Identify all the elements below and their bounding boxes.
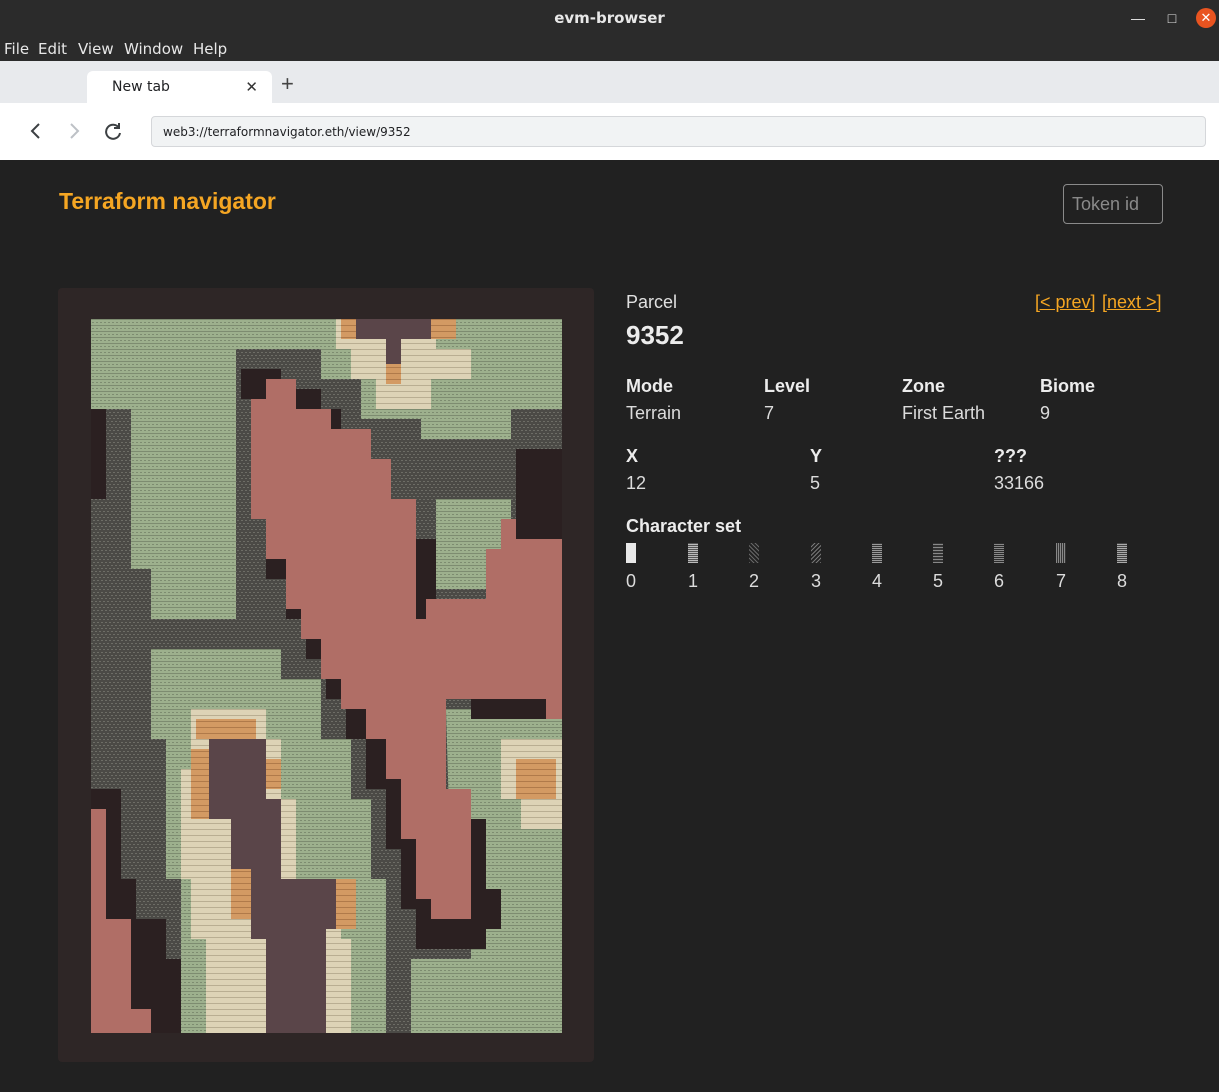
app-title: Terraform navigator [59,188,276,214]
charset-label: Character set [626,516,742,536]
reload-icon[interactable] [99,117,127,145]
menu-window[interactable]: Window [124,40,183,58]
tab-title: New tab [112,79,170,95]
charset-glyph-5 [933,543,943,563]
charset-glyph-7 [1056,543,1066,563]
charset-glyph-2 [749,543,759,563]
unknown-label: ??? [994,446,1027,466]
charset-glyph-3 [811,543,821,563]
charset-index-6: 6 [994,571,1005,591]
menu-bar: File Edit View Window Help [0,36,1219,61]
new-tab-plus-icon[interactable]: + [281,73,294,95]
next-link[interactable]: [next >] [1102,292,1162,313]
menu-view[interactable]: View [78,40,114,58]
charset-index-2: 2 [749,571,760,591]
charset-glyph-6 [994,543,1004,563]
menu-help[interactable]: Help [193,40,227,58]
charset-glyph-8 [1117,543,1127,563]
charset-index-1: 1 [688,571,699,591]
biome-value: 9 [1040,403,1051,423]
unknown-value: 33166 [994,473,1045,493]
window-titlebar: evm-browser — □ ✕ [0,0,1219,36]
y-value: 5 [810,473,821,493]
charset-index-5: 5 [933,571,944,591]
minimize-icon[interactable]: — [1128,8,1148,28]
menu-edit[interactable]: Edit [38,40,67,58]
back-arrow-icon[interactable] [22,117,50,145]
menu-file[interactable]: File [4,40,29,58]
nav-bar: web3://terraformnavigator.eth/view/9352 [0,103,1219,160]
token-id-input[interactable] [1063,184,1163,224]
mode-label: Mode [626,376,673,396]
level-label: Level [764,376,811,396]
terrain-map [91,319,562,1033]
charset-index-3: 3 [811,571,822,591]
parcel-id: 9352 [626,320,684,350]
page-content: Terraform navigator Token id Parcel 9352… [0,160,1219,1092]
y-label: Y [810,446,823,466]
level-value: 7 [764,403,775,423]
maximize-icon[interactable]: □ [1162,8,1182,28]
window-title: evm-browser [554,9,665,27]
prev-link[interactable]: [< prev] [1035,292,1096,313]
charset-index-7: 7 [1056,571,1067,591]
address-bar[interactable]: web3://terraformnavigator.eth/view/9352 [151,116,1206,147]
parcel-label: Parcel [626,292,678,312]
x-label: X [626,446,639,466]
charset-glyph-4 [872,543,882,563]
zone-value: First Earth [902,403,986,423]
zone-label: Zone [902,376,945,396]
charset-glyph-0 [626,543,636,563]
charset-index-0: 0 [626,571,637,591]
terrain-orange-east [516,759,556,799]
tab-strip: New tab ✕ + [0,61,1219,103]
forward-arrow-icon[interactable] [60,117,88,145]
x-value: 12 [626,473,647,493]
biome-label: Biome [1040,376,1096,396]
close-icon[interactable]: ✕ [1196,8,1216,28]
terrain-card [58,288,594,1062]
charset-index-8: 8 [1117,571,1128,591]
tab-new-tab[interactable]: New tab ✕ [87,71,272,103]
charset-glyph-1 [688,543,698,563]
mode-value: Terrain [626,403,682,423]
tab-close-icon[interactable]: ✕ [245,78,258,96]
charset-index-4: 4 [872,571,883,591]
